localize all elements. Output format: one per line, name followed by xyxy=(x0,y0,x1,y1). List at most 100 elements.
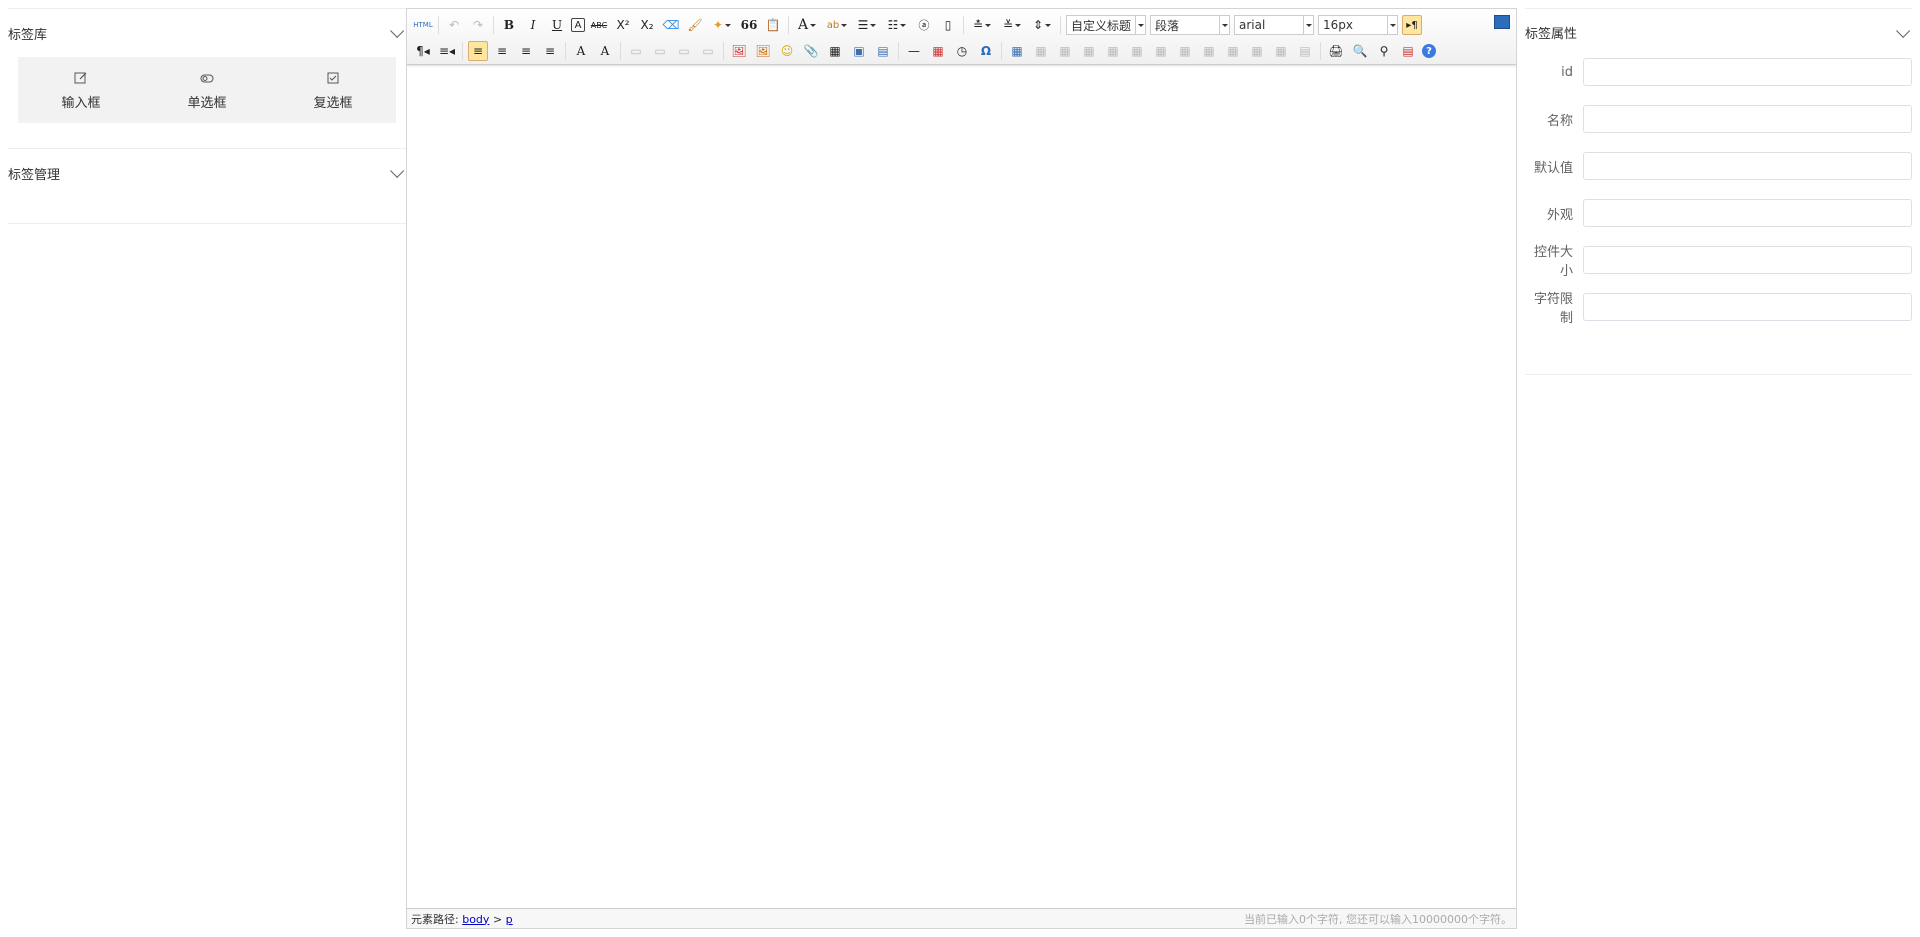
merge-right-icon[interactable]: ▦ xyxy=(1199,41,1219,61)
tag-properties-title: 标签属性 xyxy=(1525,27,1578,42)
touppercase-button[interactable]: A xyxy=(571,41,591,61)
checkbox-icon xyxy=(327,72,339,83)
line-height-button[interactable]: ⇕ xyxy=(1029,15,1055,35)
editor-statusbar: 元素路径: body > p 当前已输入0个字符, 您还可以输入10000000… xyxy=(407,908,1516,928)
library-item-radio[interactable]: 单选框 xyxy=(152,70,262,111)
image-left-button[interactable]: ▭ xyxy=(650,41,670,61)
delete-col-icon[interactable]: ▦ xyxy=(1151,41,1171,61)
tag-manage-header[interactable]: 标签管理 xyxy=(8,149,406,197)
library-item-input[interactable]: 输入框 xyxy=(26,70,136,111)
split-cells-icon[interactable]: ▦ xyxy=(1247,41,1267,61)
row-spacing-top-button[interactable]: ≛ xyxy=(969,15,995,35)
chevron-down-icon[interactable] xyxy=(1896,23,1911,38)
id-field[interactable] xyxy=(1583,58,1912,86)
search-replace-icon[interactable]: ⚲ xyxy=(1374,41,1394,61)
tag-library-header[interactable]: 标签库 xyxy=(8,9,406,57)
directionality-ltr-button[interactable]: ¶◂ xyxy=(413,41,433,61)
paragraph-select[interactable]: 段落 xyxy=(1150,15,1230,35)
split-cols-icon[interactable]: ▤ xyxy=(1295,41,1315,61)
drafts-icon[interactable]: ▤ xyxy=(1398,41,1418,61)
insert-row-icon[interactable]: ▦ xyxy=(1079,41,1099,61)
insert-col-icon[interactable]: ▦ xyxy=(1127,41,1147,61)
delete-table-icon[interactable]: ▦ xyxy=(1031,41,1051,61)
horizontal-rule-button[interactable]: — xyxy=(904,41,924,61)
insert-paragraph-before-table-icon[interactable]: ▦ xyxy=(1055,41,1075,61)
tag-library-list: 输入框 单选框 复选框 xyxy=(18,57,396,123)
merge-cells-icon[interactable]: ▦ xyxy=(1175,41,1195,61)
element-path-body-link[interactable]: body xyxy=(462,913,489,926)
editor-content-area[interactable] xyxy=(407,65,1516,908)
background-color-button[interactable]: ab xyxy=(824,15,850,35)
image-none-button[interactable]: ▭ xyxy=(626,41,646,61)
multi-image-icon[interactable]: 🖼 xyxy=(753,41,773,61)
name-field[interactable] xyxy=(1583,105,1912,133)
ordered-list-button[interactable]: ☰ xyxy=(854,15,880,35)
map-icon[interactable]: ▦ xyxy=(825,41,845,61)
custom-heading-select[interactable]: 自定义标题 xyxy=(1066,15,1146,35)
insert-frame-icon[interactable]: ▣ xyxy=(849,41,869,61)
print-icon[interactable]: 🖨 xyxy=(1326,41,1346,61)
appearance-field[interactable] xyxy=(1583,199,1912,227)
italic-button[interactable]: I xyxy=(523,15,543,35)
split-rows-icon[interactable]: ▦ xyxy=(1271,41,1291,61)
subscript-button[interactable]: X₂ xyxy=(637,15,657,35)
font-border-button[interactable]: A xyxy=(571,18,585,32)
strikethrough-button[interactable]: ABC xyxy=(589,15,609,35)
attachment-icon[interactable]: 📎 xyxy=(801,41,821,61)
superscript-button[interactable]: X² xyxy=(613,15,633,35)
merge-down-icon[interactable]: ▦ xyxy=(1223,41,1243,61)
image-right-button[interactable]: ▭ xyxy=(674,41,694,61)
preview-icon[interactable]: 🔍 xyxy=(1350,41,1370,61)
emotion-icon[interactable]: ☺ xyxy=(777,41,797,61)
library-item-checkbox[interactable]: 复选框 xyxy=(278,70,388,111)
justify-left-button[interactable]: ≡ xyxy=(468,41,488,61)
select-all-icon[interactable]: ⓐ xyxy=(914,15,934,35)
justify-right-button[interactable]: ≡ xyxy=(516,41,536,61)
tag-library-section: 标签库 输入框 单选框 复选框 xyxy=(8,8,406,149)
font-family-select[interactable]: arial xyxy=(1234,15,1314,35)
field-label: 默认值 xyxy=(1533,160,1573,176)
insert-table-icon[interactable]: ▦ xyxy=(1007,41,1027,61)
char-limit-field[interactable] xyxy=(1583,293,1912,321)
image-center-button[interactable]: ▭ xyxy=(698,41,718,61)
delete-row-icon[interactable]: ▦ xyxy=(1103,41,1123,61)
fullscreen-icon[interactable] xyxy=(1494,15,1510,29)
tolowercase-button[interactable]: A xyxy=(595,41,615,61)
special-chars-icon[interactable]: Ω xyxy=(976,41,996,61)
font-color-button[interactable]: A xyxy=(794,15,820,35)
row-spacing-bottom-button[interactable]: ≚ xyxy=(999,15,1025,35)
form-row-name: 名称 xyxy=(1525,105,1912,133)
edit-icon xyxy=(74,72,87,83)
chevron-down-icon[interactable] xyxy=(390,163,405,178)
undo-button[interactable]: ↶ xyxy=(444,15,464,35)
date-icon[interactable]: ▦ xyxy=(928,41,948,61)
underline-button[interactable]: U xyxy=(547,15,567,35)
insert-image-icon[interactable]: 🖼 xyxy=(729,41,749,61)
redo-button[interactable]: ↷ xyxy=(468,15,488,35)
justify-full-button[interactable]: ≡ xyxy=(540,41,560,61)
auto-typeset-button[interactable]: ✦ xyxy=(709,15,735,35)
clear-doc-icon[interactable]: ▯ xyxy=(938,15,958,35)
tag-manage-section: 标签管理 xyxy=(8,149,406,224)
field-label: 外观 xyxy=(1546,207,1573,223)
default-value-field[interactable] xyxy=(1583,152,1912,180)
paste-plain-icon[interactable]: 📋 xyxy=(763,15,783,35)
tag-properties-header[interactable]: 标签属性 xyxy=(1525,8,1912,56)
form-row-id: id xyxy=(1525,58,1912,86)
direction-ltr-button[interactable]: ▸¶ xyxy=(1402,15,1422,35)
font-size-select[interactable]: 16px xyxy=(1318,15,1398,35)
format-painter-icon[interactable]: 🖌 xyxy=(685,15,705,35)
blockquote-button[interactable]: 66 xyxy=(739,15,759,35)
unordered-list-button[interactable]: ☷ xyxy=(884,15,910,35)
justify-center-button[interactable]: ≡ xyxy=(492,41,512,61)
help-icon[interactable]: ? xyxy=(1422,44,1436,58)
time-icon[interactable]: ◷ xyxy=(952,41,972,61)
eraser-icon[interactable]: ⌫ xyxy=(661,15,681,35)
directionality-rtl-button[interactable]: ≡◂ xyxy=(437,41,457,61)
html-source-button[interactable]: HTML xyxy=(413,15,433,35)
element-path-p-link[interactable]: p xyxy=(506,913,513,926)
control-size-field[interactable] xyxy=(1583,246,1912,274)
bold-button[interactable]: B xyxy=(499,15,519,35)
chevron-down-icon[interactable] xyxy=(390,23,405,38)
template-icon[interactable]: ▤ xyxy=(873,41,893,61)
